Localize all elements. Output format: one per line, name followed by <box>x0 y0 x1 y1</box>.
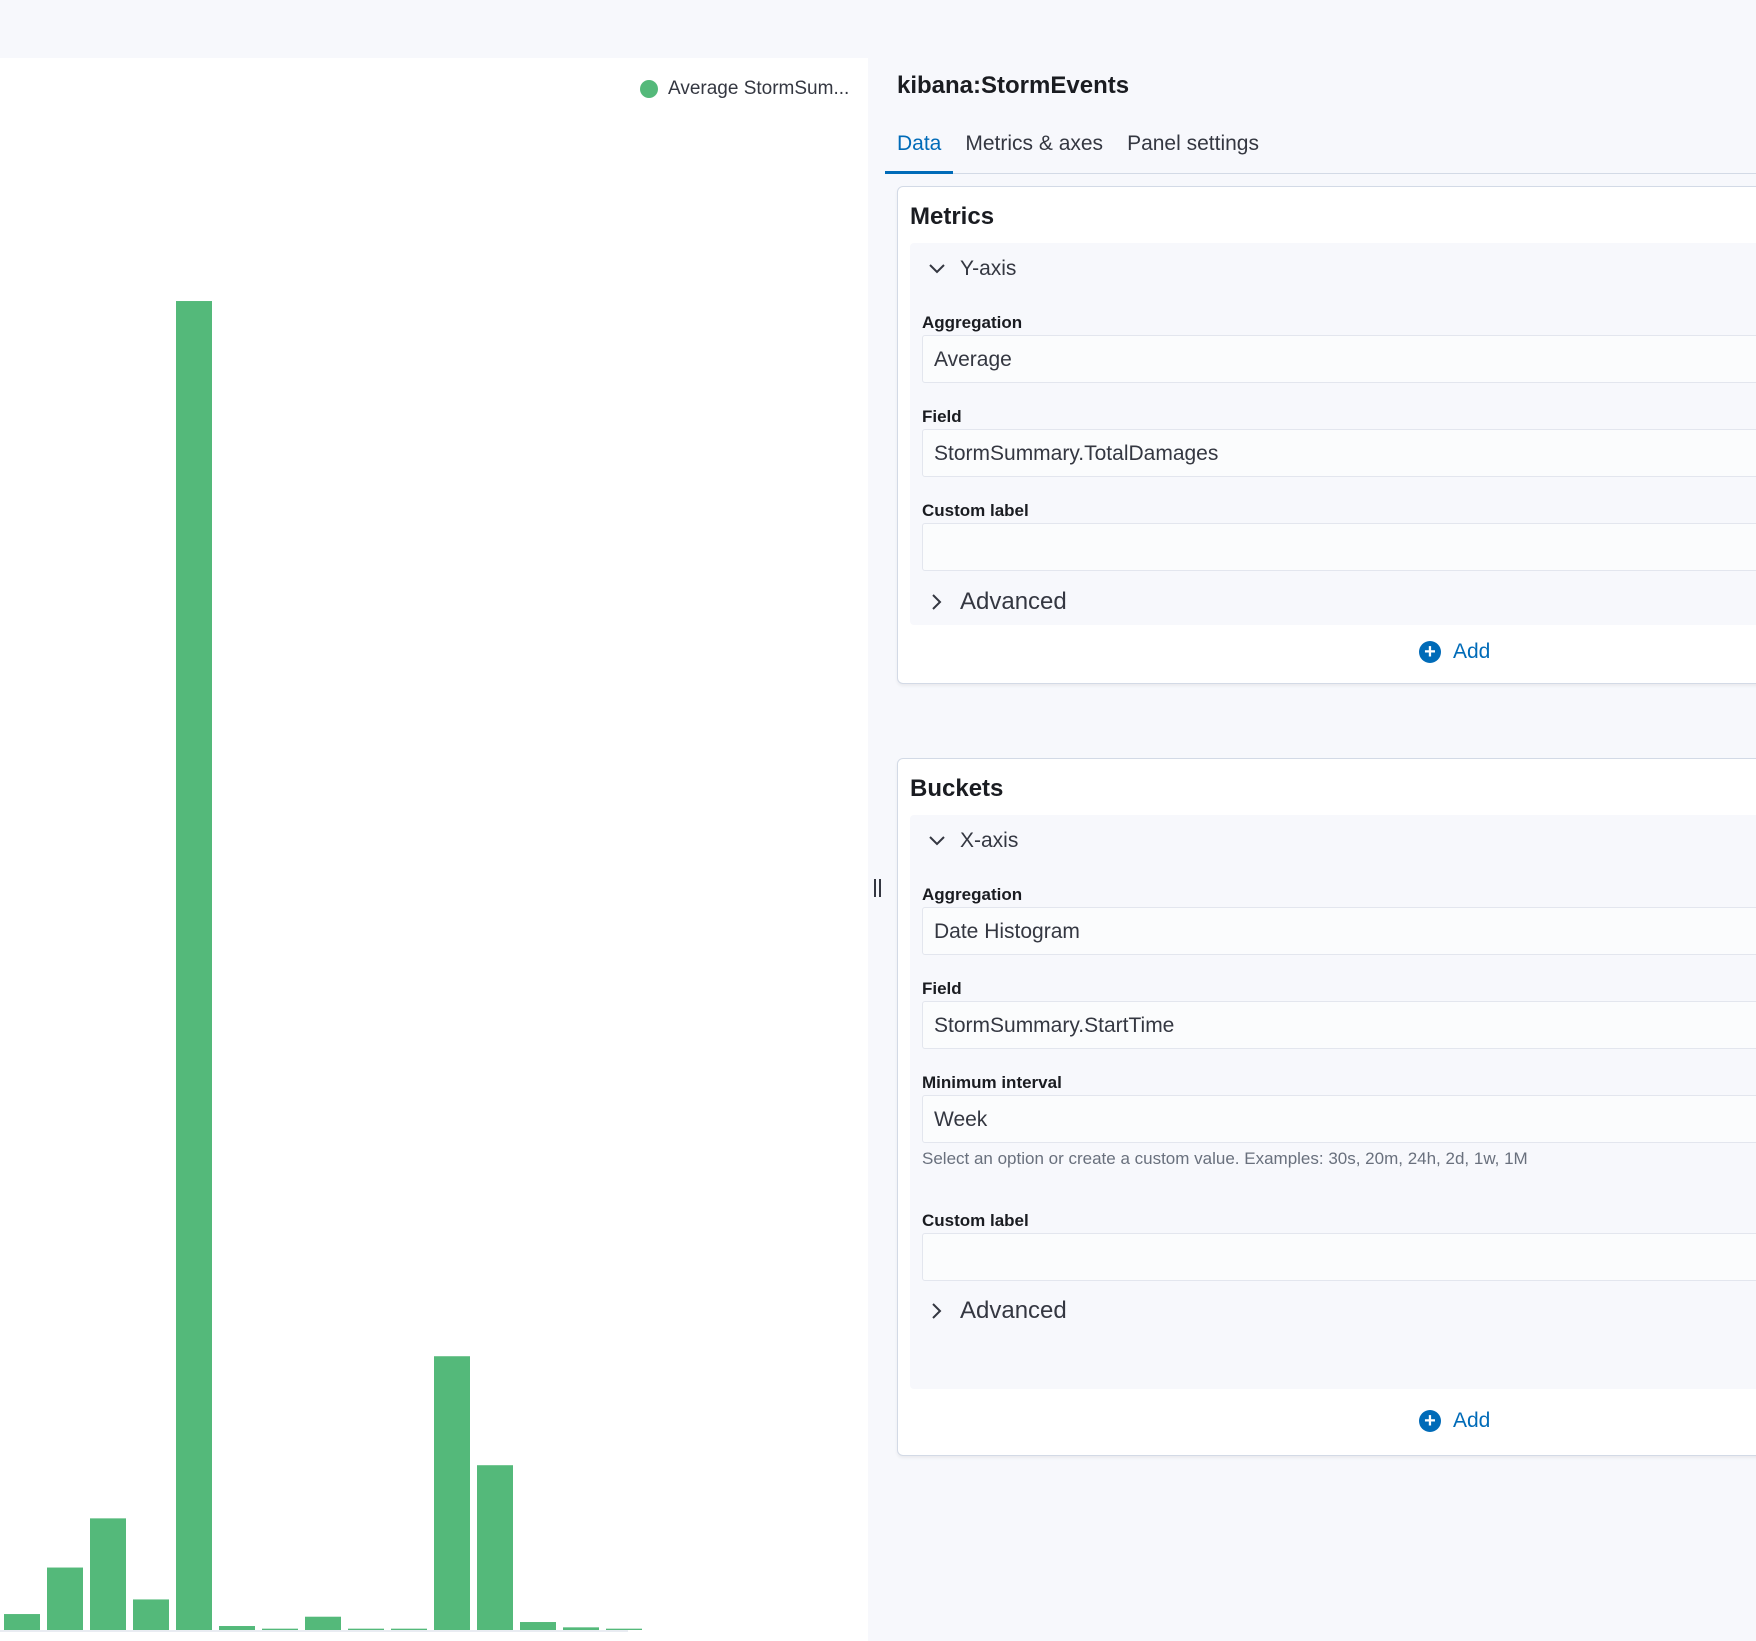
legend-color-dot <box>640 80 658 98</box>
aggregation-select[interactable]: Date Histogram <box>922 907 1756 955</box>
advanced-toggle[interactable]: Advanced <box>928 1297 1067 1325</box>
x-axis-label: X-axis <box>960 829 1019 852</box>
tab-metrics-axes[interactable]: Metrics & axes <box>953 118 1115 174</box>
chevron-right-icon <box>932 594 942 610</box>
advanced-toggle[interactable]: Advanced <box>928 588 1067 616</box>
y-axis-aggregation: Y-axis Aggregation Average Field StormSu… <box>910 243 1756 625</box>
advanced-label: Advanced <box>960 1297 1067 1324</box>
legend-label: Average StormSum... <box>668 78 850 99</box>
advanced-label: Advanced <box>960 588 1067 615</box>
chart-bar[interactable] <box>563 1627 599 1630</box>
minimum-interval-label: Minimum interval <box>922 1073 1062 1092</box>
chart-panel: Average StormSum... <box>0 58 868 1641</box>
buckets-section: Buckets X-axis Aggregation Date Histogra… <box>897 758 1756 1456</box>
chevron-down-icon <box>929 264 945 274</box>
chevron-right-icon <box>932 1303 942 1319</box>
chart-bar[interactable] <box>133 1599 169 1630</box>
metrics-title: Metrics <box>910 203 995 230</box>
resize-grip-line <box>878 879 881 897</box>
chart-bar[interactable] <box>606 1628 642 1630</box>
chart-bar[interactable] <box>477 1465 513 1630</box>
x-axis-toggle[interactable]: X-axis <box>928 829 1018 853</box>
field-select[interactable]: StormSummary.TotalDamages <box>922 429 1756 477</box>
bar-chart <box>0 301 642 1632</box>
add-label: Add <box>1453 640 1491 663</box>
aggregation-select[interactable]: Average <box>922 335 1756 383</box>
tab-panel-settings[interactable]: Panel settings <box>1115 118 1271 174</box>
buckets-title: Buckets <box>910 775 1004 802</box>
add-bucket-button[interactable]: + Add <box>1419 1409 1490 1433</box>
custom-label-label: Custom label <box>922 1211 1029 1230</box>
chart-bar[interactable] <box>348 1628 384 1630</box>
chart-bar[interactable] <box>305 1616 341 1630</box>
y-axis-label: Y-axis <box>960 257 1017 280</box>
add-metric-button[interactable]: + Add <box>1419 640 1490 664</box>
minimum-interval-select[interactable]: Week <box>922 1095 1756 1143</box>
tab-data[interactable]: Data <box>885 118 954 174</box>
panel-resize-handle[interactable] <box>868 870 886 906</box>
chart-bar[interactable] <box>262 1628 298 1630</box>
editor-tabs: Data Metrics & axes Panel settings <box>885 118 1756 174</box>
field-label: Field <box>922 979 962 998</box>
chart-bar[interactable] <box>434 1356 470 1630</box>
y-axis-toggle[interactable]: Y-axis <box>928 257 1016 281</box>
chart-bar[interactable] <box>90 1518 126 1630</box>
chart-bar[interactable] <box>47 1567 83 1630</box>
custom-label-input[interactable] <box>922 523 1756 571</box>
index-pattern-title: kibana:StormEvents <box>897 72 1130 99</box>
resize-grip-line <box>873 879 876 897</box>
chart-bar[interactable] <box>520 1622 556 1630</box>
custom-label-label: Custom label <box>922 501 1029 520</box>
chevron-down-icon <box>929 836 945 846</box>
custom-label-input[interactable] <box>922 1233 1756 1281</box>
x-axis-aggregation: X-axis Aggregation Date Histogram Field … <box>910 815 1756 1389</box>
chart-bar[interactable] <box>219 1626 255 1630</box>
field-label: Field <box>922 407 962 426</box>
plus-circle-icon: + <box>1419 641 1441 663</box>
chart-bar[interactable] <box>176 301 212 1630</box>
add-label: Add <box>1453 1409 1491 1432</box>
visualization-editor-sidebar: kibana:StormEvents Data Metrics & axes P… <box>885 58 1756 1641</box>
plus-circle-icon: + <box>1419 1410 1441 1432</box>
interval-help-text: Select an option or create a custom valu… <box>922 1149 1528 1168</box>
chart-bar[interactable] <box>391 1628 427 1630</box>
aggregation-label: Aggregation <box>922 313 1023 332</box>
chart-legend-item[interactable]: Average StormSum... <box>640 78 849 100</box>
field-select[interactable]: StormSummary.StartTime <box>922 1001 1756 1049</box>
aggregation-label: Aggregation <box>922 885 1023 904</box>
metrics-section: Metrics Y-axis Aggregation Average Field… <box>897 186 1756 684</box>
chart-bar[interactable] <box>4 1614 40 1630</box>
